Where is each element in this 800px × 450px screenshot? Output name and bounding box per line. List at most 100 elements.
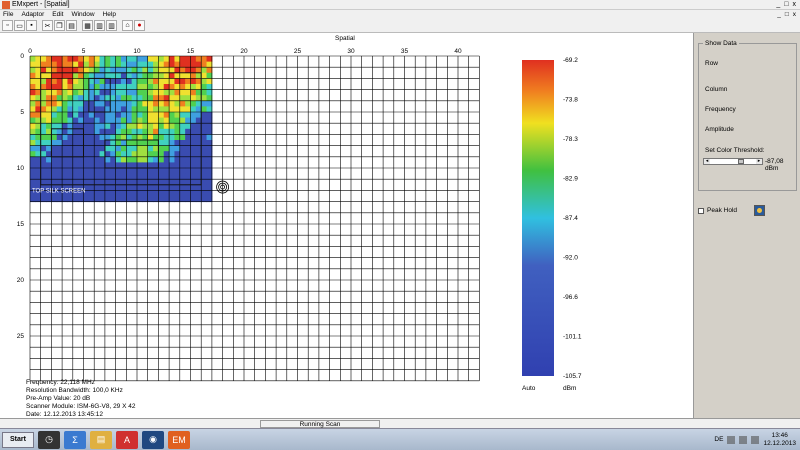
- heatmap-cell: [30, 151, 36, 158]
- heatmap-cell: [179, 168, 186, 175]
- colorbar-label: -78.3: [563, 136, 578, 143]
- heatmap-cell: [153, 173, 159, 180]
- heatmap-cell: [179, 95, 186, 102]
- y-tick-label: 5: [20, 109, 24, 116]
- heatmap-cell: [190, 156, 197, 163]
- copy-icon[interactable]: ❐: [54, 20, 65, 31]
- doc-minimize-button[interactable]: _: [777, 11, 781, 18]
- clock[interactable]: 13:46 12.12.2013: [763, 432, 796, 448]
- heatmap-cell: [46, 117, 52, 124]
- tile-horizontal-icon[interactable]: ▥: [94, 20, 105, 31]
- heatmap-cell: [147, 72, 154, 79]
- peak-hold-button[interactable]: [754, 205, 765, 216]
- heatmap-cell: [104, 156, 111, 163]
- heatmap-cell: [83, 128, 90, 135]
- save-icon[interactable]: ▪: [26, 20, 37, 31]
- clock-app-icon[interactable]: ◷: [38, 430, 60, 449]
- heatmap-cell: [147, 184, 154, 191]
- heatmap-cell: [190, 134, 197, 141]
- y-tick-label: 20: [17, 277, 25, 284]
- doc-maximize-button[interactable]: □: [785, 11, 789, 18]
- math-app-icon[interactable]: Σ: [64, 430, 86, 449]
- menu-file[interactable]: File: [3, 11, 13, 18]
- heatmap-cell: [190, 184, 197, 191]
- menu-help[interactable]: Help: [103, 11, 116, 18]
- heatmap-cell: [169, 145, 175, 152]
- heatmap-cell: [62, 145, 68, 152]
- heatmap-cell: [147, 190, 154, 197]
- threshold-slider[interactable]: ◂ ▸: [703, 158, 763, 165]
- heatmap-cell: [142, 173, 149, 180]
- heatmap-cell: [67, 89, 74, 96]
- globe-app-icon[interactable]: ◉: [142, 430, 164, 449]
- emxpert-app-icon[interactable]: EM: [168, 430, 190, 449]
- close-button[interactable]: x: [793, 1, 797, 8]
- network-icon[interactable]: [727, 435, 736, 444]
- heatmap-cell: [67, 162, 74, 169]
- heatmap-cell: [78, 72, 84, 79]
- heatmap-cell: [120, 145, 127, 152]
- heatmap-cell: [46, 112, 52, 119]
- new-icon[interactable]: ▫: [2, 20, 13, 31]
- pdf-app-icon[interactable]: A: [116, 430, 138, 449]
- heatmap-cell: [62, 128, 68, 135]
- slider-right-icon[interactable]: ▸: [756, 159, 762, 164]
- heatmap-cell: [142, 78, 149, 85]
- heatmap-cell: [137, 140, 143, 147]
- heatmap-cell: [201, 128, 208, 135]
- heatmap-cell: [78, 117, 84, 124]
- heatmap-cell: [153, 72, 159, 79]
- minimize-button[interactable]: _: [776, 1, 780, 8]
- heatmap-cell: [137, 112, 143, 119]
- volume-icon[interactable]: [739, 435, 748, 444]
- heatmap-cell: [88, 95, 95, 102]
- maximize-button[interactable]: □: [784, 1, 788, 8]
- heatmap-cell: [30, 67, 36, 74]
- heatmap-cell: [169, 117, 175, 124]
- peak-hold-checkbox[interactable]: [698, 207, 704, 214]
- heatmap-cell: [78, 156, 84, 163]
- folder-app-icon[interactable]: ▤: [90, 430, 112, 449]
- cascade-icon[interactable]: ▦: [82, 20, 93, 31]
- heatmap-cell: [30, 106, 36, 113]
- open-icon[interactable]: ▭: [14, 20, 25, 31]
- heatmap-cell: [158, 134, 165, 141]
- flag-icon[interactable]: [751, 435, 760, 444]
- menu-edit[interactable]: Edit: [52, 11, 63, 18]
- heatmap-cell: [40, 145, 47, 152]
- heatmap-cell: [131, 112, 138, 119]
- heatmap-cell: [185, 168, 191, 175]
- heatmap-cell: [46, 84, 52, 91]
- tile-vertical-icon[interactable]: ▥: [106, 20, 117, 31]
- menu-window[interactable]: Window: [71, 11, 94, 18]
- heatmap-cell: [120, 123, 127, 130]
- menu-adaptor[interactable]: Adaptor: [21, 11, 44, 18]
- heatmap-cell: [88, 134, 95, 141]
- heatmap-cell: [72, 95, 79, 102]
- heatmap-cell: [99, 168, 106, 175]
- heatmap-cell: [126, 190, 133, 197]
- heatmap-cell: [137, 78, 143, 85]
- heatmap-cell: [153, 123, 159, 130]
- doc-close-button[interactable]: x: [793, 11, 796, 18]
- colorbar-label: -96.6: [563, 294, 578, 301]
- heatmap-cell: [201, 78, 208, 85]
- heatmap-cell: [190, 61, 197, 68]
- slider-left-icon[interactable]: ◂: [704, 159, 710, 164]
- heatmap-cell: [110, 190, 117, 197]
- scanner-icon[interactable]: ⌂: [122, 20, 133, 31]
- heatmap-cell: [94, 56, 101, 63]
- cut-icon[interactable]: ✂: [42, 20, 53, 31]
- heatmap-cell: [190, 162, 197, 169]
- heatmap-cell: [40, 173, 47, 180]
- paste-icon[interactable]: ▤: [66, 20, 77, 31]
- heatmap-cell: [158, 56, 165, 63]
- slider-thumb[interactable]: [738, 159, 744, 164]
- start-button[interactable]: Start: [2, 431, 34, 448]
- menu-bar: File Adaptor Edit Window Help _ □ x: [0, 10, 800, 19]
- heatmap-cell: [185, 184, 191, 191]
- record-icon[interactable]: ●: [134, 20, 145, 31]
- heatmap-cell: [201, 117, 208, 124]
- heatmap-cell: [126, 89, 133, 96]
- language-indicator[interactable]: DE: [714, 436, 723, 443]
